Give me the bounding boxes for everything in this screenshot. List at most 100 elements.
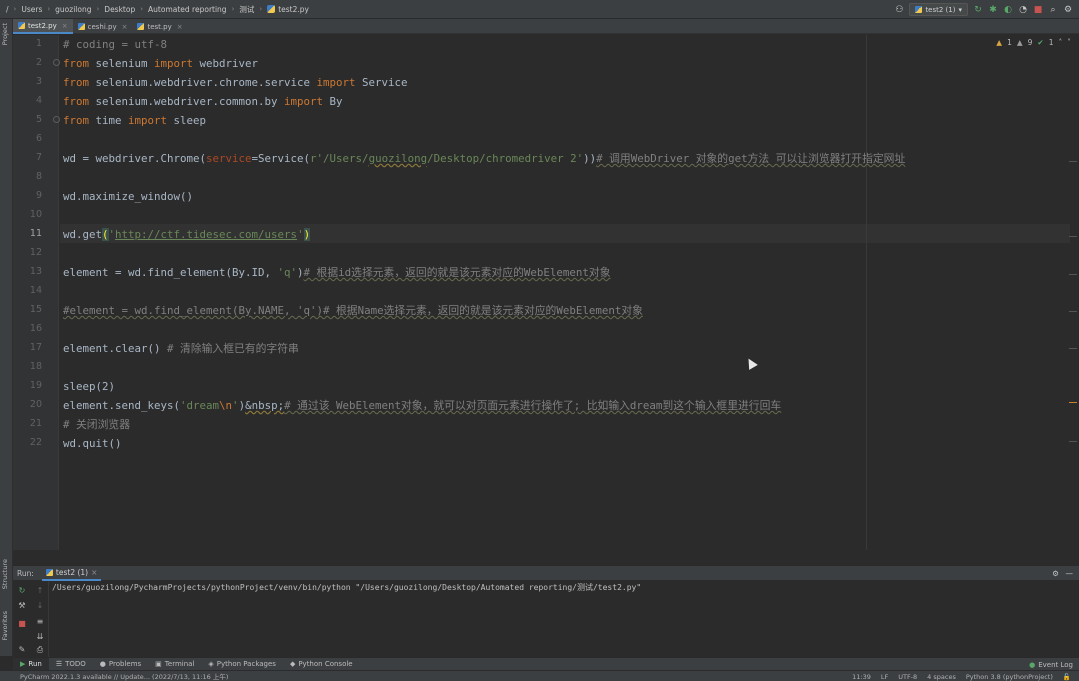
soft-wrap-icon[interactable]: ≡ (35, 617, 45, 627)
wrench-icon[interactable]: ⚒ (17, 601, 27, 611)
run-configuration-select[interactable]: test2 (1) ▾ (909, 3, 968, 16)
breadcrumb-test-folder[interactable]: 测试 (239, 4, 254, 15)
coverage-icon[interactable]: ◐ (1003, 5, 1013, 15)
string-literal: r'/Users/ (310, 152, 369, 165)
close-icon[interactable]: × (62, 22, 68, 30)
inspection-widget[interactable]: ▲ 1 ▲ 9 ✔ 1 ˄ ˅ (996, 38, 1071, 47)
breadcrumb-root[interactable]: / (6, 5, 9, 14)
arrow-down-icon[interactable]: ↓ (35, 601, 45, 611)
chevron-up-icon[interactable]: ˄ (1059, 38, 1063, 47)
code-editor[interactable]: # coding = utf-8 from selenium import we… (60, 35, 1079, 550)
code-line-7: wd = webdriver.Chrome(service=Service(r'… (63, 149, 905, 168)
breadcrumb-file[interactable]: test2.py (278, 5, 309, 14)
fold-marker-icon[interactable] (53, 116, 60, 123)
run-console-output[interactable]: /Users/guozilong/PycharmProjects/pythonP… (52, 582, 641, 593)
status-message[interactable]: PyCharm 2022.1.3 available // Update... … (0, 671, 228, 681)
search-icon[interactable]: ⌕ (1048, 5, 1058, 15)
close-icon[interactable]: × (177, 23, 183, 31)
close-icon[interactable]: × (91, 568, 97, 577)
breadcrumb-users[interactable]: Users (21, 5, 42, 14)
fold-marker-icon[interactable] (53, 59, 60, 66)
print-icon[interactable]: ⎙ (35, 645, 45, 655)
scrollbar-marker[interactable] (1069, 161, 1077, 162)
code-line-11: wd.get('http://ctf.tidesec.com/users') (63, 225, 311, 244)
tab-ceshi[interactable]: ceshi.py × (73, 19, 133, 34)
project-tool-button[interactable]: Project (1, 23, 9, 45)
python-console-tool-button[interactable]: ◆ Python Console (283, 658, 360, 671)
status-widgets: 11:39 LF UTF-8 4 spaces Python 3.8 (pyth… (852, 671, 1071, 681)
breadcrumb-separator: › (13, 5, 17, 13)
comment: # 通过该 WebElement对象，就可以对页面元素进行操作了; 比如输入dr… (284, 399, 782, 412)
url-link[interactable]: http://ctf.tidesec.com/users (115, 228, 297, 241)
line-number: 15 (29, 304, 42, 315)
rerun-icon[interactable]: ↻ (973, 5, 983, 15)
stop-icon[interactable]: ■ (1033, 5, 1043, 15)
tool-label: Problems (108, 660, 142, 668)
breadcrumb-separator: › (231, 5, 235, 13)
comment: # 调用WebDriver 对象的get方法 可以让浏览器打开指定网址 (596, 152, 906, 165)
breadcrumb-guozilong[interactable]: guozilong (55, 5, 91, 14)
code-line-20: element.send_keys('dream\n')&nbsp;# 通过该 … (63, 396, 781, 415)
scrollbar-marker[interactable] (1069, 311, 1077, 312)
scroll-to-end-icon[interactable]: ⇊ (35, 632, 45, 642)
todo-tool-button[interactable]: ☰ TODO (49, 658, 93, 671)
keyword: from (63, 114, 90, 127)
arrow-up-icon[interactable]: ↑ (35, 586, 45, 596)
breadcrumb-desktop[interactable]: Desktop (104, 5, 135, 14)
python-interpreter[interactable]: Python 3.8 (pythonProject) (966, 673, 1053, 681)
account-icon[interactable]: ⚇ (894, 5, 904, 15)
code-text: selenium.webdriver.chrome.service (89, 76, 317, 89)
caret-position[interactable]: 11:39 (852, 673, 871, 681)
chevron-down-icon[interactable]: ˅ (1067, 38, 1071, 47)
python-file-icon (18, 22, 25, 29)
comment: # 根据id选择元素，返回的就是该元素对应的WebElement对象 (303, 266, 611, 279)
breadcrumb-automated-reporting[interactable]: Automated reporting (148, 5, 227, 14)
tab-test2[interactable]: test2.py × (13, 19, 73, 34)
problems-tool-button[interactable]: ● Problems (93, 658, 148, 671)
settings-icon[interactable]: ⚙ (1063, 5, 1073, 15)
profile-icon[interactable]: ◔ (1018, 5, 1028, 15)
minimize-icon[interactable]: — (1066, 569, 1074, 578)
string-literal: ' (297, 228, 304, 241)
line-number: 6 (35, 133, 42, 144)
run-tab[interactable]: test2 (1) × (41, 566, 102, 581)
python-icon (45, 568, 53, 576)
scrollbar-marker[interactable] (1069, 274, 1077, 275)
main-toolbar: ⚇ test2 (1) ▾ ↻ ✱ ◐ ◔ ■ ⌕ ⚙ (894, 0, 1079, 19)
scrollbar-marker[interactable] (1069, 236, 1077, 237)
debug-icon[interactable]: ✱ (988, 5, 998, 15)
string-literal: guozilong (368, 152, 428, 165)
scrollbar-marker[interactable] (1069, 441, 1077, 442)
scrollbar-warning-marker[interactable] (1069, 402, 1077, 403)
file-encoding[interactable]: UTF-8 (898, 673, 917, 681)
stop-icon[interactable]: ■ (17, 619, 27, 629)
lock-icon[interactable]: 🔓 (1063, 673, 1071, 681)
run-tool-button[interactable]: ▶ Run (13, 657, 49, 671)
rerun-icon[interactable]: ↻ (17, 586, 27, 596)
typo-icon: ✔ (1037, 38, 1044, 47)
keyword: from (63, 76, 90, 89)
line-separator[interactable]: LF (881, 673, 888, 681)
comment: # 清除输入框已有的字符串 (160, 342, 299, 355)
line-number-current: 11 (29, 228, 42, 239)
python-packages-tool-button[interactable]: ◈ Python Packages (201, 658, 283, 671)
code-line-19: sleep(2) (63, 377, 115, 396)
settings-icon[interactable]: ⚙ (1052, 569, 1059, 578)
line-number: 10 (29, 209, 42, 220)
code-line-4: from selenium.webdriver.common.by import… (63, 92, 343, 111)
close-icon[interactable]: × (122, 23, 128, 31)
terminal-tool-button[interactable]: ▣ Terminal (148, 658, 201, 671)
comment: # coding = utf-8 (63, 38, 168, 51)
favorites-tool-button[interactable]: Favorites (1, 611, 9, 640)
scrollbar-marker[interactable] (1069, 348, 1077, 349)
pin-icon[interactable]: ✎ (17, 645, 27, 655)
code-text: By (323, 95, 343, 108)
structure-tool-button[interactable]: Structure (1, 559, 9, 589)
escape-sequence: \n (219, 399, 233, 412)
tab-test[interactable]: test.py × (132, 19, 187, 34)
editor-gutter[interactable]: 1 2 3 4 5 6 7 8 9 10 11 12 13 14 15 16 1… (13, 35, 60, 550)
indent-setting[interactable]: 4 spaces (927, 673, 956, 681)
run-panel-header: Run: test2 (1) × ⚙ — (13, 565, 1079, 581)
navigation-bar: / › Users › guozilong › Desktop › Automated … (0, 0, 1079, 19)
info-icon: ● (99, 660, 106, 668)
